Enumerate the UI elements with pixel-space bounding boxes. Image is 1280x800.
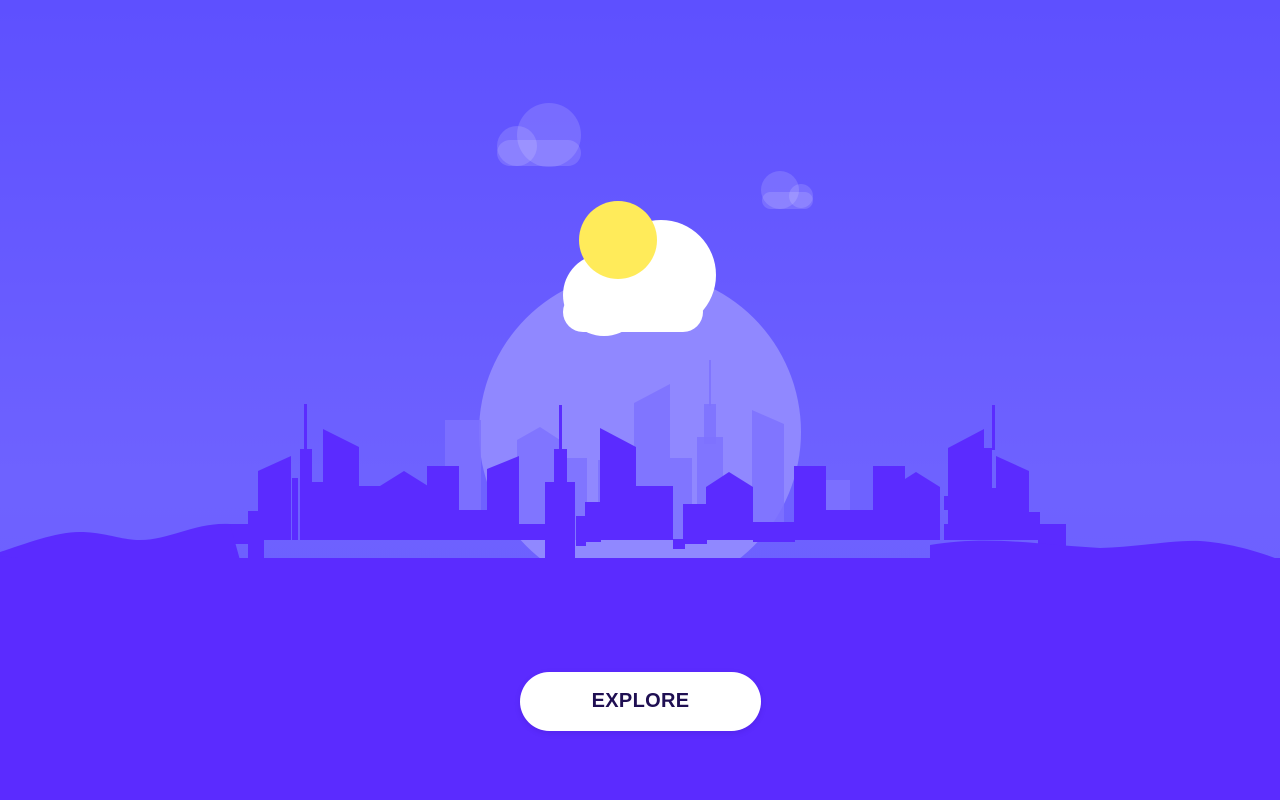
sun-icon — [579, 201, 657, 279]
small-cloud-icon — [497, 103, 581, 167]
explore-button[interactable]: EXPLORE — [520, 672, 761, 731]
explore-button-label: EXPLORE — [591, 690, 690, 712]
hero-scene: EXPLORE — [0, 0, 1280, 800]
small-cloud-icon — [761, 171, 813, 209]
